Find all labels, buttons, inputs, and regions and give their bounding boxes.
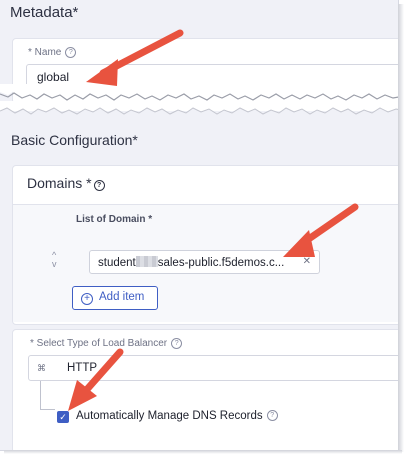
lb-label-row: * Select Type of Load Balancer? bbox=[30, 338, 183, 350]
remove-icon[interactable]: ✕ bbox=[303, 256, 311, 267]
help-icon[interactable]: ? bbox=[65, 47, 77, 58]
drag-sort-handle-icon[interactable]: ^ v bbox=[52, 251, 57, 269]
lb-type-select[interactable]: ⌘ HTTP bbox=[28, 355, 398, 381]
dns-checkbox-label: Automatically Manage DNS Records bbox=[76, 410, 263, 422]
list-of-domain-label: List of Domain * bbox=[76, 214, 153, 225]
dns-checkbox[interactable]: ✓ bbox=[57, 411, 69, 423]
domains-heading-row: Domains *? bbox=[27, 175, 105, 191]
tree-connector bbox=[40, 381, 55, 410]
plus-icon: + bbox=[81, 293, 93, 305]
drop-shadow bbox=[4, 450, 402, 454]
help-icon[interactable]: ? bbox=[93, 180, 105, 191]
lb-type-label: * Select Type of Load Balancer bbox=[30, 338, 168, 350]
name-label: * Name bbox=[28, 47, 62, 59]
domain-prefix: student bbox=[98, 257, 136, 269]
domains-heading: Domains * bbox=[27, 175, 92, 191]
add-item-button[interactable]: + Add item bbox=[72, 286, 158, 310]
domain-suffix: sales-public.f5demos.c... bbox=[157, 257, 285, 269]
metadata-heading: Metadata* bbox=[10, 4, 79, 21]
redacted-text bbox=[135, 256, 158, 267]
drop-shadow bbox=[398, 4, 404, 452]
dns-label-row: Automatically Manage DNS Records? bbox=[76, 410, 278, 422]
basic-configuration-heading: Basic Configuration* bbox=[11, 132, 138, 148]
domain-item-chip[interactable]: student sales-public.f5demos.c... ✕ bbox=[89, 250, 320, 274]
load-balancer-icon: ⌘ bbox=[37, 363, 46, 373]
add-item-label: Add item bbox=[99, 291, 145, 303]
help-icon[interactable]: ? bbox=[171, 338, 183, 349]
name-label-row: * Name? bbox=[28, 47, 77, 59]
lb-type-value: HTTP bbox=[67, 362, 98, 374]
help-icon[interactable]: ? bbox=[266, 410, 278, 422]
screenshot-frame: Metadata* * Name? global Basic Configura… bbox=[0, 0, 399, 451]
torn-edge-divider bbox=[0, 84, 398, 132]
